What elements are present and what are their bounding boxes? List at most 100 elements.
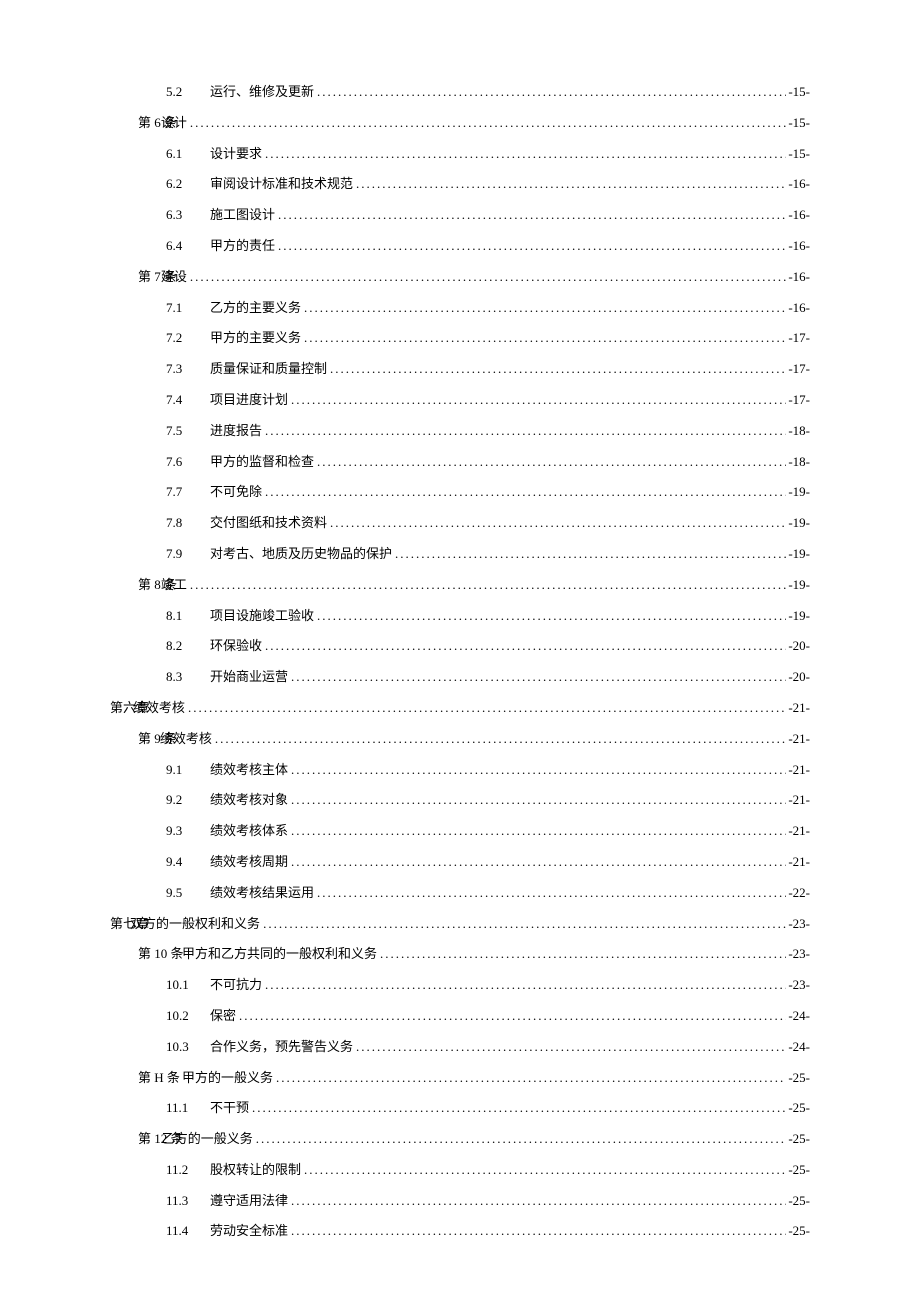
toc-entry-title: 绩效考核 (160, 732, 215, 745)
toc-row: 11.4劳动安全标准-25- (110, 1224, 810, 1237)
toc-leader-dots (265, 485, 786, 498)
toc-row: 8.1项目设施竣工验收-19- (110, 609, 810, 622)
toc-entry-title: 交付图纸和技术资料 (210, 516, 330, 529)
toc-entry-title: 合作义务，预先警告义务 (210, 1040, 356, 1053)
toc-row: 9.3绩效考核体系-21- (110, 824, 810, 837)
toc-leader-dots (278, 208, 786, 221)
toc-entry-number: 第 10 条 (138, 947, 182, 960)
toc-row: 第 7 条建设-16- (110, 270, 810, 283)
toc-entry-title: 遵守适用法律 (210, 1194, 291, 1207)
toc-row: 第 12 条乙方的一般义务-25- (110, 1132, 810, 1145)
toc-entry-page: -18- (786, 424, 810, 437)
toc-entry-page: -16- (786, 239, 810, 252)
toc-row: 6.1设计要求-15- (110, 147, 810, 160)
toc-row: 8.3开始商业运营-20- (110, 670, 810, 683)
toc-entry-title: 对考古、地质及历史物品的保护 (210, 547, 395, 560)
toc-page: 5.2运行、维修及更新-15-第 6 条设计-15-6.1设计要求-15-6.2… (0, 0, 920, 1315)
toc-entry-page: -16- (786, 208, 810, 221)
toc-row: 7.9对考古、地质及历史物品的保护-19- (110, 547, 810, 560)
toc-row: 6.3施工图设计-16- (110, 208, 810, 221)
toc-row: 第 10 条甲方和乙方共同的一般权利和义务-23- (110, 947, 810, 960)
toc-entry-number: 7.4 (166, 393, 210, 406)
toc-leader-dots (265, 639, 786, 652)
toc-entry-number: 7.5 (166, 424, 210, 437)
toc-entry-page: -18- (786, 455, 810, 468)
toc-entry-page: -21- (786, 824, 810, 837)
toc-entry-page: -23- (786, 978, 810, 991)
toc-entry-number: 9.2 (166, 793, 210, 806)
toc-entry-number: 第 7 条 (138, 270, 161, 283)
toc-leader-dots (291, 1224, 786, 1237)
toc-entry-title: 建设 (161, 270, 190, 283)
toc-entry-page: -19- (786, 609, 810, 622)
toc-entry-title: 进度报告 (210, 424, 265, 437)
toc-entry-page: -19- (786, 516, 810, 529)
toc-entry-title: 保密 (210, 1009, 239, 1022)
toc-leader-dots (239, 1009, 786, 1022)
toc-entry-number: 6.3 (166, 208, 210, 221)
toc-entry-page: -20- (786, 670, 810, 683)
toc-entry-title: 甲方的一般义务 (182, 1071, 276, 1084)
toc-entry-title: 甲方的监督和检查 (210, 455, 317, 468)
toc-entry-page: -16- (786, 177, 810, 190)
toc-leader-dots (291, 793, 786, 806)
toc-row: 11.1不干预-25- (110, 1101, 810, 1114)
toc-entry-page: -21- (786, 701, 810, 714)
toc-leader-dots (330, 516, 786, 529)
toc-entry-title: 甲方和乙方共同的一般权利和义务 (182, 947, 380, 960)
toc-entry-number: 第 8 条 (138, 578, 161, 591)
toc-entry-page: -25- (786, 1163, 810, 1176)
toc-entry-page: -21- (786, 793, 810, 806)
toc-entry-title: 设计 (161, 116, 190, 129)
toc-row: 第 6 条设计 -15- (110, 116, 810, 129)
toc-entry-page: -19- (786, 547, 810, 560)
toc-entry-number: 9.4 (166, 855, 210, 868)
toc-entry-page: -15- (786, 116, 810, 129)
toc-entry-page: -15- (786, 85, 810, 98)
toc-entry-page: -25- (786, 1071, 810, 1084)
toc-entry-number: 第 6 条 (138, 116, 161, 129)
toc-entry-title: 绩效考核对象 (210, 793, 291, 806)
toc-entry-page: -17- (786, 331, 810, 344)
toc-leader-dots (395, 547, 786, 560)
toc-row: 5.2运行、维修及更新-15- (110, 85, 810, 98)
toc-entry-title: 运行、维修及更新 (210, 85, 317, 98)
toc-entry-page: -23- (786, 917, 810, 930)
toc-leader-dots (291, 1194, 786, 1207)
toc-entry-page: -17- (786, 362, 810, 375)
toc-leader-dots (256, 1132, 787, 1145)
toc-entry-page: -16- (786, 301, 810, 314)
toc-entry-title: 乙方的一般义务 (162, 1132, 256, 1145)
toc-container: 5.2运行、维修及更新-15-第 6 条设计-15-6.1设计要求-15-6.2… (110, 85, 810, 1237)
toc-entry-title: 环保验收 (210, 639, 265, 652)
toc-leader-dots (291, 824, 786, 837)
toc-row: 第 H 条甲方的一般义务-25- (110, 1071, 810, 1084)
toc-entry-page: -19- (786, 578, 810, 591)
toc-row: 6.2审阅设计标准和技术规范-16- (110, 177, 810, 190)
toc-leader-dots (304, 301, 786, 314)
toc-row: 11.2股权转让的限制-25- (110, 1163, 810, 1176)
toc-entry-number: 10.3 (166, 1040, 210, 1053)
toc-row: 7.7不可免除-19- (110, 485, 810, 498)
toc-entry-number: 7.8 (166, 516, 210, 529)
toc-entry-title: 绩效考核结果运用 (210, 886, 317, 899)
toc-leader-dots (304, 1163, 786, 1176)
toc-entry-number: 7.1 (166, 301, 210, 314)
toc-leader-dots (215, 732, 786, 745)
toc-entry-number: 9.3 (166, 824, 210, 837)
toc-leader-dots (276, 1071, 786, 1084)
toc-entry-number: 8.1 (166, 609, 210, 622)
toc-entry-title: 质量保证和质量控制 (210, 362, 330, 375)
toc-row: 10.1不可抗力-23- (110, 978, 810, 991)
toc-entry-number: 11.2 (166, 1163, 210, 1176)
toc-entry-page: -17- (786, 393, 810, 406)
toc-entry-number: 11.1 (166, 1101, 210, 1114)
toc-entry-page: -25- (786, 1224, 810, 1237)
toc-leader-dots (278, 239, 786, 252)
toc-row: 第 9 条绩效考核-21- (110, 732, 810, 745)
toc-entry-title: 开始商业运营 (210, 670, 291, 683)
toc-entry-title: 设计要求 (210, 147, 265, 160)
toc-leader-dots (265, 424, 786, 437)
toc-entry-number: 11.4 (166, 1224, 210, 1237)
toc-leader-dots (317, 886, 786, 899)
